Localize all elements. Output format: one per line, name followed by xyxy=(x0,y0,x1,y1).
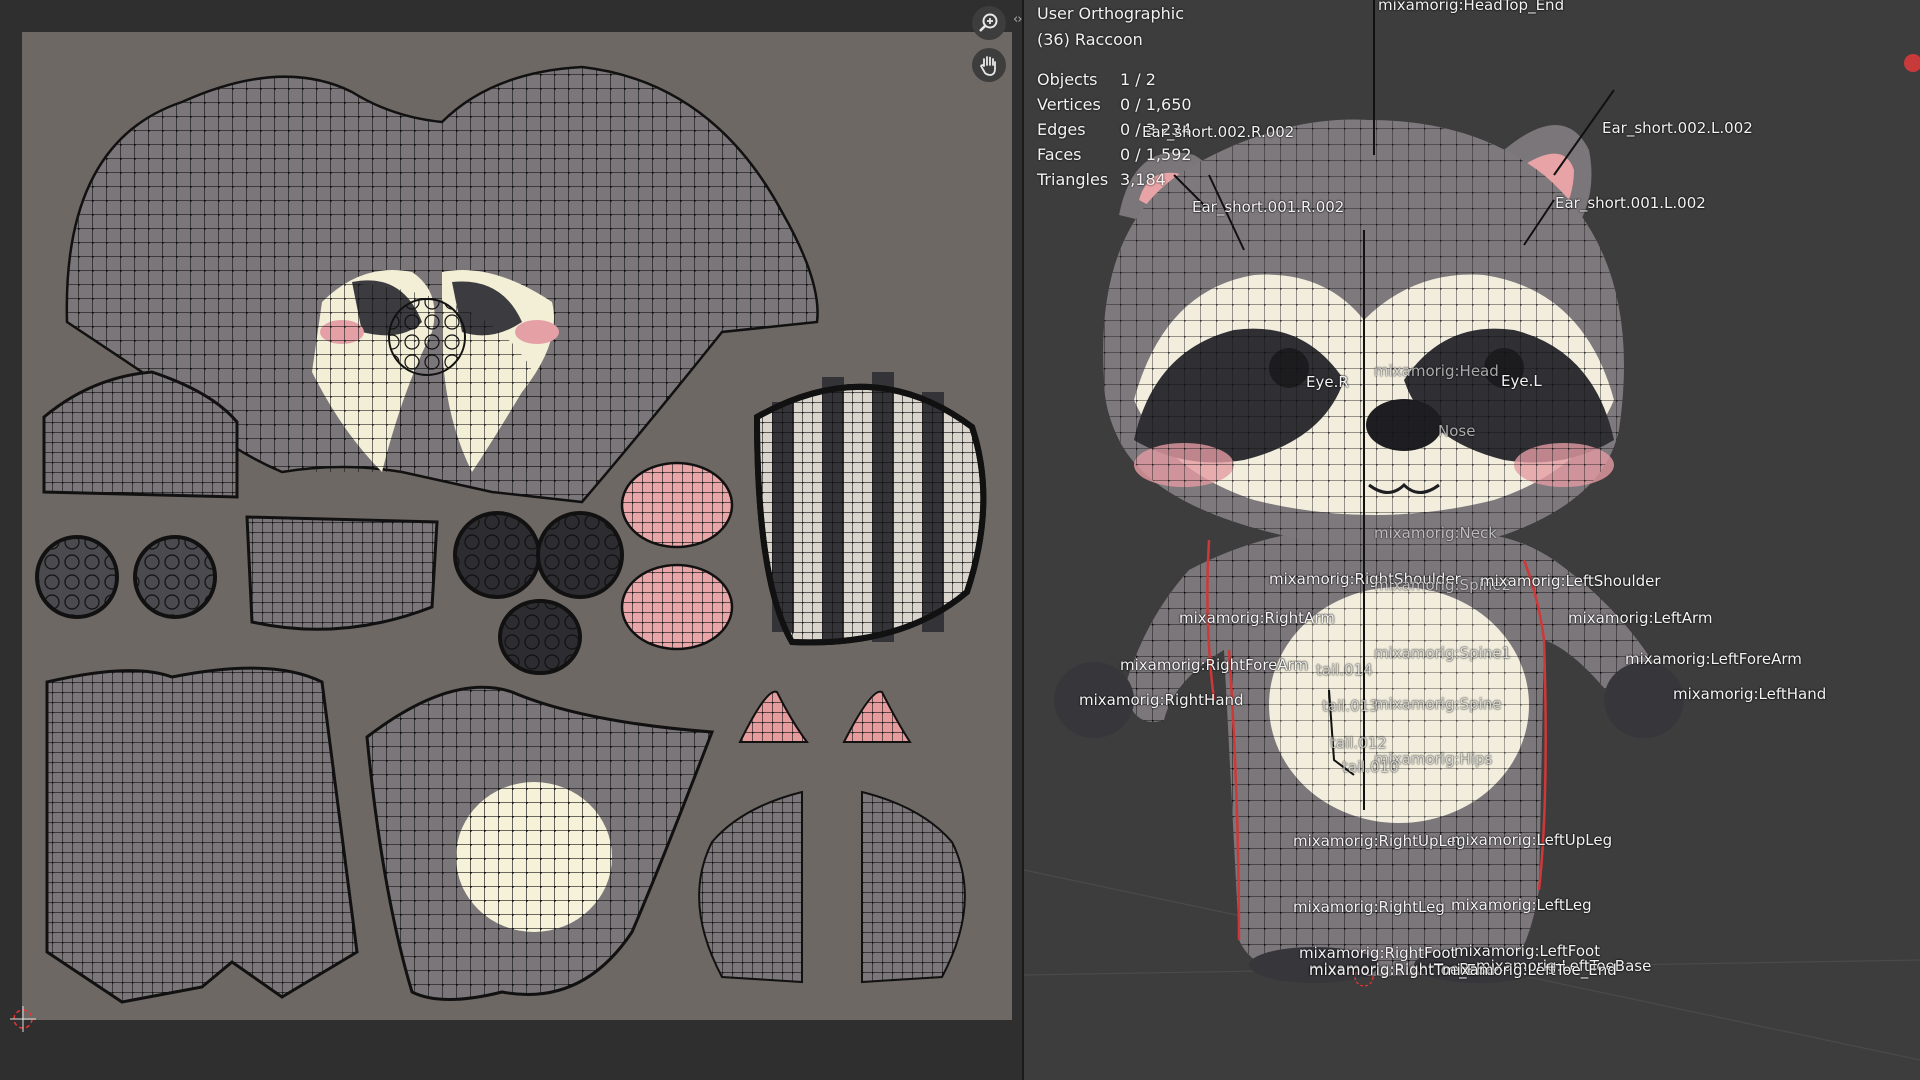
bone-label: Nose xyxy=(1438,422,1476,440)
bone-label: Ear_short.002.L.002 xyxy=(1602,119,1753,137)
bone-label: mixamorig:LeftLeg xyxy=(1451,896,1592,914)
bone-label: Ear_short.001.L.002 xyxy=(1555,194,1706,212)
uv-island-feet[interactable] xyxy=(698,790,966,984)
view-name-label: User Orthographic xyxy=(1037,4,1185,23)
uv-island-blush[interactable] xyxy=(620,461,734,651)
bone-label: Eye.R xyxy=(1306,373,1349,391)
bone-label: mixamorig:Neck xyxy=(1374,524,1497,542)
bone-label: mixamorig:LeftHand xyxy=(1673,685,1827,703)
bone-label: mixamorig:Spine1 xyxy=(1374,644,1512,662)
stat-vertices: Vertices 0 / 1,650 xyxy=(1037,95,1192,114)
uv-island-eyes[interactable] xyxy=(453,511,624,675)
record-indicator xyxy=(1904,54,1920,72)
active-object-label: (36) Raccoon xyxy=(1037,30,1143,49)
bone-label: mixamorig:LeftForeArm xyxy=(1625,650,1802,668)
bone-label: Ear_short.001.R.002 xyxy=(1192,198,1345,216)
area-swap-arrows-icon[interactable]: ‹› xyxy=(1013,12,1022,27)
bone-label: mixamorig:RightLeg xyxy=(1293,898,1445,916)
bone-label: mixamorig:RightHand xyxy=(1079,691,1244,709)
uv-island-legs[interactable] xyxy=(45,666,359,1004)
uv-islands xyxy=(35,65,987,1004)
2d-cursor-icon[interactable] xyxy=(10,1006,36,1032)
bone-label: tail.014 xyxy=(1316,661,1373,679)
bone-label: mixamorig:LeftToe_End xyxy=(1442,961,1617,979)
bone-label: mixamorig:RightForeArm xyxy=(1120,656,1309,674)
uv-island-band[interactable] xyxy=(245,515,439,631)
bone-label: mixamorig:LeftArm xyxy=(1568,609,1713,627)
uv-editor-panel[interactable] xyxy=(0,0,1022,1080)
bone-label: mixamorig:RightUpLeg xyxy=(1293,832,1466,850)
stat-triangles: Triangles 3,184 xyxy=(1037,170,1166,189)
uv-island-torso[interactable] xyxy=(365,685,715,1001)
bone-label: tail.010 xyxy=(1342,758,1399,776)
bone-label: mixamorig:LeftUpLeg xyxy=(1451,831,1613,849)
uv-island-ears[interactable] xyxy=(738,690,912,743)
bone-label: mixamorig:LeftShoulder xyxy=(1480,572,1661,590)
bone-label: mixamorig:HeadTop_End xyxy=(1378,0,1565,14)
bone-label: tail.013 xyxy=(1322,697,1379,715)
bone-label: Ear_short.002.R.002 xyxy=(1142,123,1295,141)
3d-viewport[interactable]: User Orthographic (36) Raccoon Objects 1 … xyxy=(1024,0,1920,1080)
uv-island-paw-pads[interactable] xyxy=(35,535,217,619)
hand-pan-icon[interactable] xyxy=(972,48,1006,82)
stat-objects: Objects 1 / 2 xyxy=(1037,70,1156,89)
uv-texture-canvas[interactable] xyxy=(22,32,1012,1020)
zoom-magnifier-icon[interactable] xyxy=(972,6,1006,40)
bone-label: mixamorig:Head xyxy=(1374,362,1499,380)
bone-label: mixamorig:Spine xyxy=(1374,695,1502,713)
bone-label: mixamorig:RightArm xyxy=(1179,609,1335,627)
bone-label: Eye.L xyxy=(1501,372,1542,390)
stat-faces: Faces 0 / 1,592 xyxy=(1037,145,1192,164)
uv-island-tail[interactable] xyxy=(753,372,987,646)
